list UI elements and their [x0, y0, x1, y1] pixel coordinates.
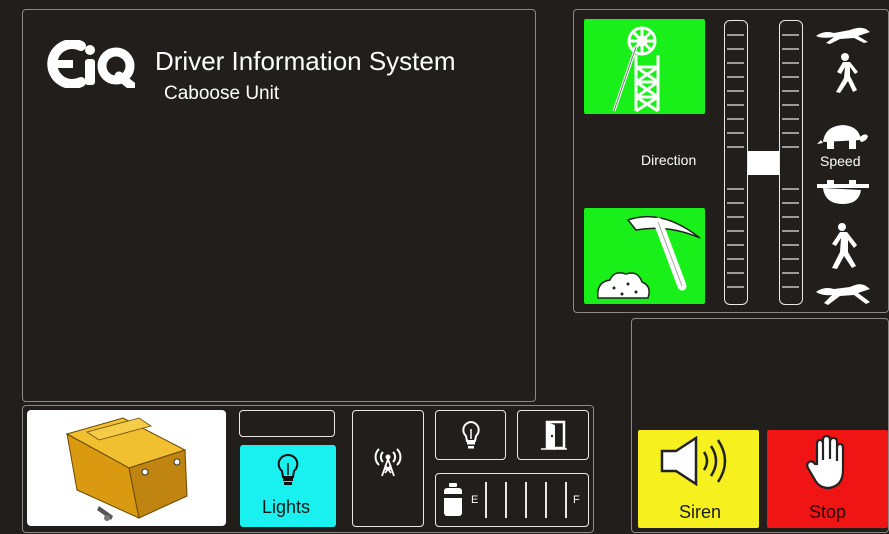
- speed-slider[interactable]: [779, 20, 803, 305]
- indicator-box[interactable]: [239, 410, 335, 437]
- door-icon: [541, 420, 567, 450]
- bulb-button[interactable]: [435, 410, 506, 460]
- fuel-empty-label: E: [471, 494, 479, 506]
- page-title: Driver Information System: [155, 46, 456, 76]
- direction-slider[interactable]: [724, 20, 748, 305]
- cheetah-icon: [816, 284, 870, 305]
- screen: Driver Information System Caboose Unit D…: [0, 0, 889, 534]
- pickaxe-ore-icon: [597, 215, 701, 299]
- fuel-gauge-scale: [484, 480, 570, 520]
- eiq-logo: [43, 40, 135, 88]
- speed-label: Speed: [820, 153, 861, 169]
- alert-panel: Siren Stop: [631, 318, 889, 533]
- stop-hand-icon: [806, 434, 845, 490]
- status-bar: Lights E F: [22, 405, 594, 533]
- fuel-full-label: F: [573, 494, 580, 506]
- vehicle-panel: [27, 410, 226, 526]
- lights-label: Lights: [262, 497, 311, 517]
- lightbulb-icon: [462, 420, 480, 449]
- direction-reverse-button[interactable]: [584, 208, 705, 304]
- fuel-tank-icon: [444, 483, 462, 516]
- speaker-icon: [660, 436, 727, 486]
- siren-button[interactable]: Siren: [638, 430, 759, 528]
- direction-forward-button[interactable]: [584, 19, 705, 114]
- lights-button[interactable]: Lights: [240, 445, 336, 527]
- page-subtitle: Caboose Unit: [164, 83, 280, 104]
- stop-button[interactable]: Stop: [767, 430, 888, 528]
- walking-person-icon: [836, 53, 858, 93]
- tortoise-icon: [817, 125, 868, 149]
- drive-control-panel: Direction Speed: [573, 9, 889, 313]
- fuel-gauge: E F: [435, 473, 589, 527]
- lightbulb-icon: [277, 453, 299, 485]
- caboose-vehicle-icon: [65, 417, 188, 521]
- walking-person-icon: [832, 223, 857, 269]
- radio-button[interactable]: [352, 410, 424, 527]
- siren-label: Siren: [679, 502, 722, 522]
- stop-label: Stop: [809, 502, 847, 522]
- slider-thumb[interactable]: [748, 151, 779, 175]
- cheetah-icon: [816, 27, 870, 44]
- info-panel: Driver Information System Caboose Unit: [22, 9, 536, 402]
- radio-antenna-icon: [374, 448, 402, 477]
- mine-headframe-icon: [612, 26, 660, 113]
- door-button[interactable]: [517, 410, 589, 460]
- direction-label: Direction: [641, 152, 697, 168]
- tortoise-icon: [817, 180, 869, 204]
